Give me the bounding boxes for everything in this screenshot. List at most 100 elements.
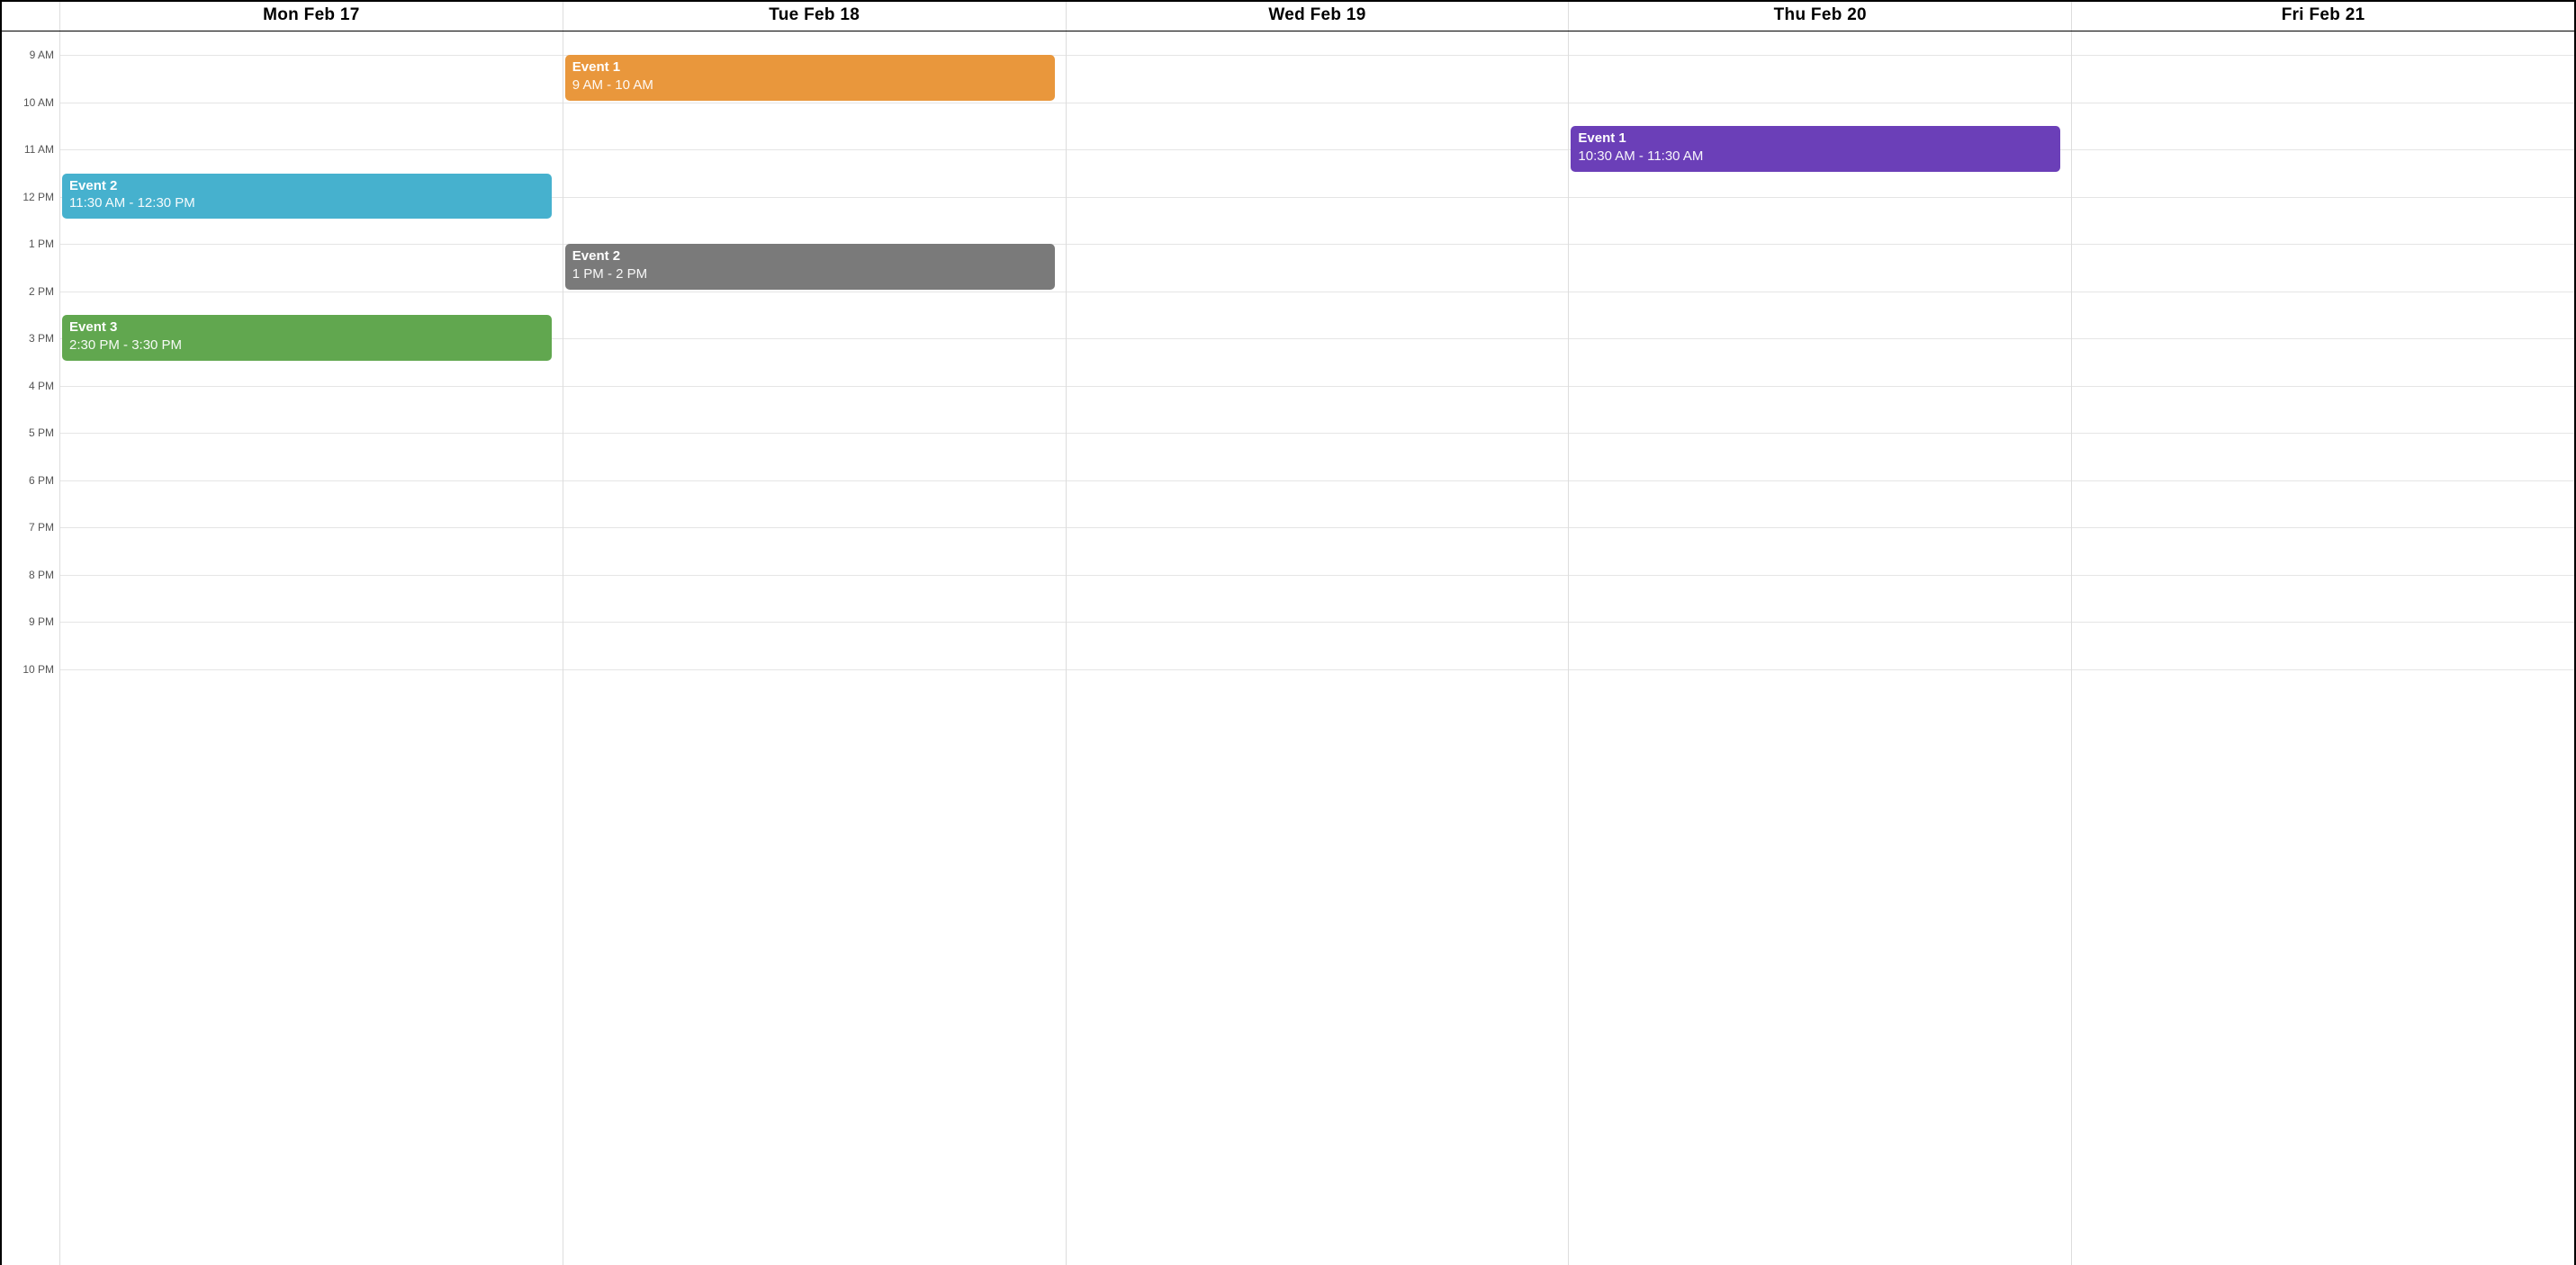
calendar-event[interactable]: Event 211:30 AM - 12:30 PM — [62, 174, 552, 220]
time-label: 12 PM — [23, 191, 54, 203]
time-label: 7 PM — [29, 521, 54, 534]
hour-gridline — [2072, 575, 2574, 576]
hour-gridline — [1569, 338, 2071, 339]
day-header-wed[interactable]: Wed Feb 19 — [1067, 2, 1570, 31]
hour-gridline — [1569, 622, 2071, 623]
hour-gridline — [60, 527, 563, 528]
event-title: Event 2 — [572, 247, 1048, 265]
day-column-fri[interactable] — [2072, 31, 2574, 1265]
event-time: 2:30 PM - 3:30 PM — [69, 336, 545, 354]
hour-gridline — [2072, 197, 2574, 198]
hour-gridline — [2072, 55, 2574, 56]
hour-gridline — [60, 149, 563, 150]
time-label: 9 AM — [30, 49, 54, 61]
hour-gridline — [60, 55, 563, 56]
day-header-fri[interactable]: Fri Feb 21 — [2072, 2, 2574, 31]
hour-gridline — [563, 575, 1066, 576]
time-label: 3 PM — [29, 332, 54, 345]
hour-gridline — [60, 480, 563, 481]
hour-gridline — [1569, 575, 2071, 576]
day-header-mon[interactable]: Mon Feb 17 — [60, 2, 563, 31]
calendar-event[interactable]: Event 21 PM - 2 PM — [565, 244, 1055, 290]
hour-gridline — [1569, 480, 2071, 481]
hour-gridline — [1569, 197, 2071, 198]
time-label: 10 PM — [23, 663, 54, 676]
hour-gridline — [1067, 622, 1569, 623]
hour-gridline — [2072, 480, 2574, 481]
hour-gridline — [1067, 197, 1569, 198]
day-header-tue[interactable]: Tue Feb 18 — [563, 2, 1067, 31]
hour-gridline — [2072, 386, 2574, 387]
hour-gridline — [2072, 149, 2574, 150]
event-time: 9 AM - 10 AM — [572, 76, 1048, 94]
time-gutter: 9 AM 10 AM 11 AM 12 PM 1 PM 2 PM 3 PM 4 PM 5 PM 6… — [2, 31, 60, 1265]
calendar-event[interactable]: Event 110:30 AM - 11:30 AM — [1571, 126, 2060, 172]
hour-gridline — [1067, 386, 1569, 387]
hour-gridline — [1067, 338, 1569, 339]
hour-gridline — [1569, 669, 2071, 670]
calendar-header-row: Mon Feb 17 Tue Feb 18 Wed Feb 19 Thu Feb… — [2, 2, 2574, 31]
hour-gridline — [60, 669, 563, 670]
time-label: 2 PM — [29, 285, 54, 298]
time-label: 5 PM — [29, 426, 54, 439]
hour-gridline — [60, 433, 563, 434]
hour-gridline — [563, 149, 1066, 150]
event-title: Event 3 — [69, 318, 545, 336]
hour-gridline — [1067, 527, 1569, 528]
event-time: 10:30 AM - 11:30 AM — [1578, 148, 2053, 166]
hour-gridline — [2072, 527, 2574, 528]
hour-gridline — [563, 527, 1066, 528]
hour-gridline — [60, 622, 563, 623]
time-label: 9 PM — [29, 615, 54, 628]
calendar-event[interactable]: Event 19 AM - 10 AM — [565, 55, 1055, 101]
hour-gridline — [2072, 338, 2574, 339]
hour-gridline — [2072, 433, 2574, 434]
hour-gridline — [563, 338, 1066, 339]
hour-gridline — [60, 575, 563, 576]
hour-gridline — [563, 480, 1066, 481]
day-column-wed[interactable] — [1067, 31, 1570, 1265]
hour-gridline — [563, 669, 1066, 670]
time-label: 11 AM — [24, 143, 54, 156]
hour-gridline — [1067, 575, 1569, 576]
hour-gridline — [1067, 149, 1569, 150]
event-title: Event 2 — [69, 177, 545, 195]
hour-gridline — [563, 197, 1066, 198]
event-time: 1 PM - 2 PM — [572, 265, 1048, 283]
time-label: 4 PM — [29, 380, 54, 392]
hour-gridline — [563, 622, 1066, 623]
hour-gridline — [563, 386, 1066, 387]
hour-gridline — [1569, 433, 2071, 434]
time-label: 6 PM — [29, 474, 54, 487]
time-label: 10 AM — [23, 96, 54, 109]
hour-gridline — [60, 386, 563, 387]
days-grid: Event 211:30 AM - 12:30 PMEvent 32:30 PM… — [60, 31, 2574, 1265]
hour-gridline — [1067, 244, 1569, 245]
day-column-thu[interactable]: Event 110:30 AM - 11:30 AM — [1569, 31, 2072, 1265]
event-time: 11:30 AM - 12:30 PM — [69, 194, 545, 212]
calendar-event[interactable]: Event 32:30 PM - 3:30 PM — [62, 315, 552, 361]
hour-gridline — [1569, 527, 2071, 528]
time-label: 8 PM — [29, 569, 54, 581]
calendar-body: 9 AM 10 AM 11 AM 12 PM 1 PM 2 PM 3 PM 4 PM 5 PM 6… — [2, 31, 2574, 1265]
hour-gridline — [2072, 622, 2574, 623]
day-column-tue[interactable]: Event 19 AM - 10 AM Event 21 PM - 2 PM — [563, 31, 1067, 1265]
hour-gridline — [1067, 669, 1569, 670]
hour-gridline — [1569, 55, 2071, 56]
time-label: 1 PM — [29, 238, 54, 250]
time-gutter-header — [2, 2, 60, 31]
hour-gridline — [1067, 55, 1569, 56]
hour-gridline — [1569, 386, 2071, 387]
hour-gridline — [1569, 244, 2071, 245]
calendar-week-view: Mon Feb 17 Tue Feb 18 Wed Feb 19 Thu Feb… — [0, 0, 2576, 1265]
hour-gridline — [60, 244, 563, 245]
day-column-mon[interactable]: Event 211:30 AM - 12:30 PM Event 32:30 PM… — [60, 31, 563, 1265]
event-title: Event 1 — [1578, 130, 2053, 148]
hour-gridline — [2072, 669, 2574, 670]
day-header-thu[interactable]: Thu Feb 20 — [1569, 2, 2072, 31]
hour-gridline — [1067, 433, 1569, 434]
event-title: Event 1 — [572, 58, 1048, 76]
hour-gridline — [1067, 480, 1569, 481]
hour-gridline — [2072, 244, 2574, 245]
hour-gridline — [563, 433, 1066, 434]
